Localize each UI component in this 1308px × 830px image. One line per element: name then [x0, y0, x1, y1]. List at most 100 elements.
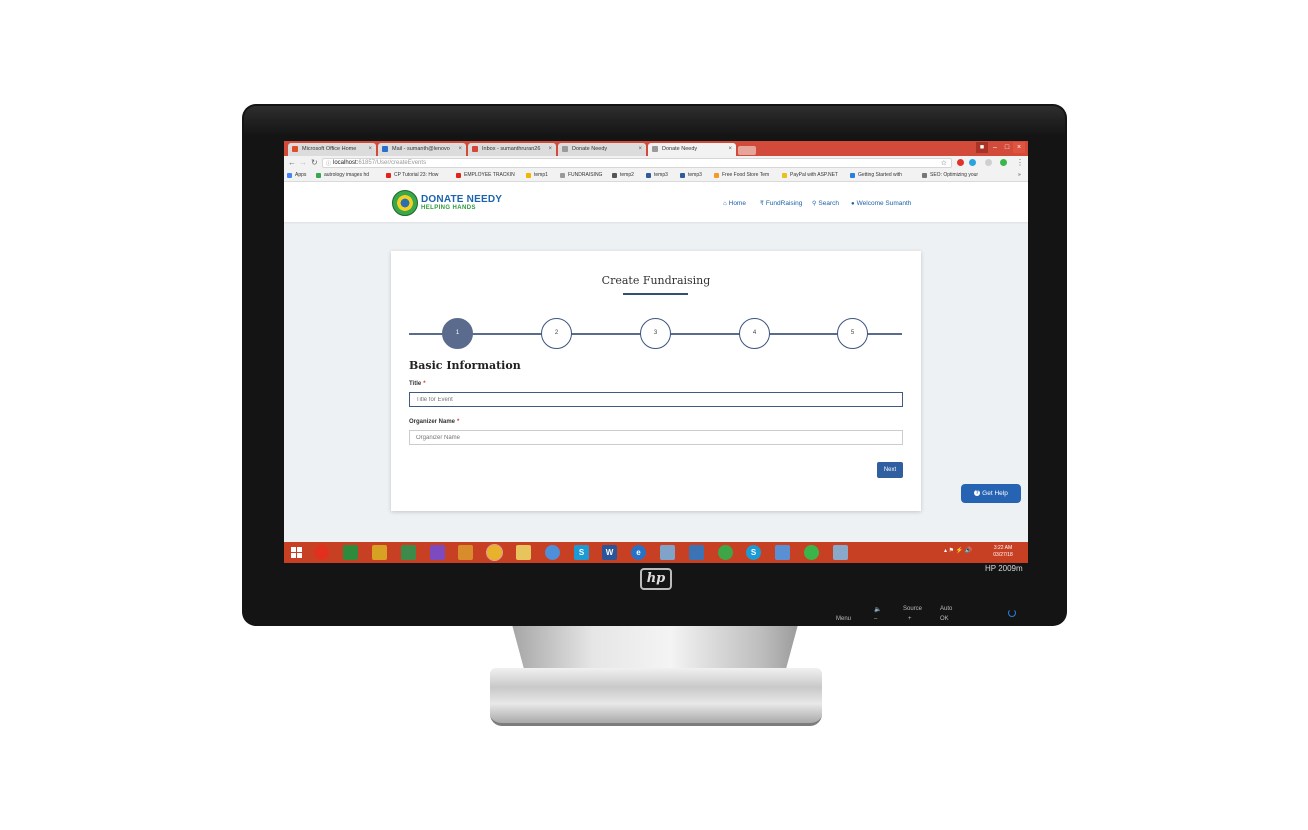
tools-icon[interactable]	[458, 545, 473, 560]
info-icon: ⓘ	[326, 161, 332, 167]
power-icon[interactable]	[1008, 609, 1016, 617]
skype-icon[interactable]: S	[746, 545, 761, 560]
apps-icon	[287, 173, 292, 178]
browser-tab[interactable]: Inbox - sumanthruran26 ×	[468, 143, 556, 156]
close-icon[interactable]: ×	[368, 146, 372, 152]
app-icon[interactable]	[689, 545, 704, 560]
get-help-label: Get Help	[982, 490, 1008, 497]
utorrent-icon[interactable]	[718, 545, 733, 560]
bookmark-item[interactable]: temp3	[646, 172, 668, 178]
maximize-icon[interactable]: □	[1001, 142, 1013, 153]
reload-icon[interactable]: ↻	[311, 158, 318, 167]
forward-icon[interactable]: →	[299, 158, 307, 167]
menu-dots-icon[interactable]: ⋮	[1016, 158, 1024, 167]
bookmark-item[interactable]: FUNDRAISING	[560, 172, 602, 178]
minimize-icon[interactable]: –	[989, 142, 1001, 153]
get-help-button[interactable]: ? Get Help	[961, 484, 1021, 503]
profile-icon[interactable]: ■	[976, 142, 988, 153]
clock[interactable]: 3:22 AM 03/27/18	[984, 545, 1022, 559]
close-icon[interactable]: ×	[728, 146, 732, 152]
new-tab-button[interactable]	[738, 146, 756, 155]
store-icon[interactable]	[343, 545, 358, 560]
bookmark-item[interactable]: temp1	[526, 172, 548, 178]
nav-welcome[interactable]: ● Welcome Sumanth	[851, 200, 911, 207]
nav-home-label: Home	[728, 200, 746, 207]
system-tray[interactable]: ▴ ⚑ ⚡ 🔊	[944, 547, 972, 554]
excel-icon[interactable]	[401, 545, 416, 560]
nav-home[interactable]: ⌂ Home	[723, 200, 746, 207]
nav-search[interactable]: ⚲ Search	[812, 200, 839, 207]
screen: Microsoft Office Home × Mail - sumanth@l…	[284, 141, 1028, 563]
skype-extension-icon[interactable]	[969, 159, 976, 166]
monitor-model-label: HP 2009m	[985, 564, 1023, 573]
url-field[interactable]: ⓘ localhost:61857/User/createEvents ☆	[322, 158, 952, 168]
youtube-icon	[386, 173, 391, 178]
more-bookmarks-icon[interactable]: »	[1010, 172, 1021, 178]
bookmark-item[interactable]: Apps	[287, 172, 306, 178]
close-window-icon[interactable]: ×	[1013, 142, 1025, 153]
step-1[interactable]: 1	[442, 318, 473, 349]
bookmark-label: temp3	[654, 172, 668, 178]
step-5[interactable]: 5	[837, 318, 868, 349]
bookmark-label: FUNDRAISING	[568, 172, 603, 178]
tab-title: Donate Needy	[662, 146, 698, 152]
home-icon: ⌂	[723, 201, 727, 207]
monitor-stand-base	[490, 668, 822, 726]
bookmark-item[interactable]: Free Food Store Tem	[714, 172, 769, 178]
chrome-icon[interactable]	[486, 544, 503, 561]
close-icon[interactable]: ×	[458, 146, 462, 152]
remote-desktop-icon[interactable]	[775, 545, 790, 560]
close-icon[interactable]: ×	[638, 146, 642, 152]
step-4[interactable]: 4	[739, 318, 770, 349]
logo-icon[interactable]	[392, 190, 418, 216]
browser-tab[interactable]: Mail - sumanth@lenovo ×	[378, 143, 466, 156]
taskbar: S W e S ▴ ⚑ ⚡ 🔊 3:22 AM 03/27/18	[284, 542, 1028, 563]
office-icon	[292, 146, 298, 152]
app-icon[interactable]	[372, 545, 387, 560]
step-2[interactable]: 2	[541, 318, 572, 349]
bookmark-item[interactable]: Getting Started with	[850, 172, 902, 178]
bookmark-item[interactable]: SEO: Optimizing your	[922, 172, 978, 178]
whatsapp-icon[interactable]	[804, 545, 819, 560]
chrome-canary-icon[interactable]	[545, 545, 560, 560]
file-explorer-icon[interactable]	[516, 545, 531, 560]
bookmark-item[interactable]: autrology images hd	[316, 172, 369, 178]
opera-icon[interactable]	[957, 159, 964, 166]
minus-label: –	[874, 616, 878, 622]
bookmark-item[interactable]: EMPLOYEE TRACKIN	[456, 172, 515, 178]
app-icon[interactable]	[833, 545, 848, 560]
internet-explorer-icon[interactable]: e	[631, 545, 646, 560]
title-input[interactable]	[409, 392, 903, 407]
bookmark-item[interactable]: PayPal with ASP.NET	[782, 172, 838, 178]
visual-studio-icon[interactable]	[430, 545, 445, 560]
bookmark-label: Free Food Store Tem	[722, 172, 770, 178]
bookmark-item[interactable]: temp2	[612, 172, 634, 178]
skype-icon[interactable]: S	[574, 545, 589, 560]
tab-title: Inbox - sumanthruran26	[482, 146, 541, 152]
bookmarks-bar: Apps autrology images hd CP Tutorial 23:…	[284, 170, 1028, 182]
clock-date: 03/27/18	[993, 552, 1013, 558]
browser-tab-active[interactable]: Donate Needy ×	[648, 143, 736, 156]
back-icon[interactable]: ←	[288, 158, 296, 167]
bookmark-item[interactable]: CP Tutorial 23: How	[386, 172, 438, 178]
browser-tab[interactable]: Donate Needy ×	[558, 143, 646, 156]
bookmark-star-icon[interactable]: ☆	[941, 159, 947, 167]
windows-start-icon[interactable]	[291, 547, 302, 558]
browser-tab[interactable]: Microsoft Office Home ×	[288, 143, 376, 156]
close-icon[interactable]: ×	[548, 146, 552, 152]
organizer-name-input[interactable]	[409, 430, 903, 445]
nav-fundraising[interactable]: ₹ FundRaising	[760, 200, 802, 207]
app-icon[interactable]	[660, 545, 675, 560]
create-fundraising-card: Create Fundraising 1 2 3 4 5 Basic Infor…	[391, 251, 921, 511]
page-icon	[562, 146, 568, 152]
bookmark-label: temp1	[534, 172, 548, 178]
extension-icon[interactable]	[985, 159, 992, 166]
word-icon[interactable]: W	[602, 545, 617, 560]
step-3[interactable]: 3	[640, 318, 671, 349]
bookmark-item[interactable]: temp3	[680, 172, 702, 178]
opera-icon[interactable]	[314, 545, 329, 560]
next-button[interactable]: Next	[877, 462, 903, 478]
grammarly-icon[interactable]	[1000, 159, 1007, 166]
nav-search-label: Search	[818, 200, 840, 207]
brand-subtitle: HELPING HANDS	[421, 205, 476, 211]
